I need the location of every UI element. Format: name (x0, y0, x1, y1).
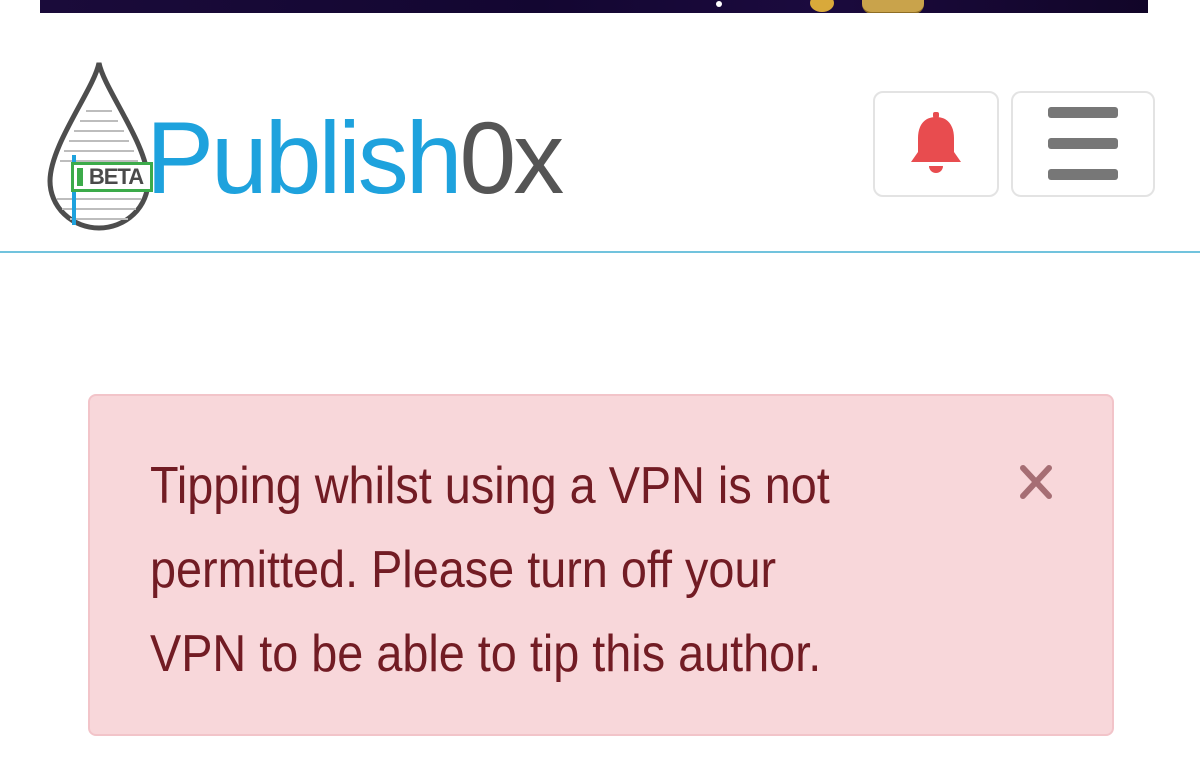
close-icon (1020, 465, 1052, 499)
page: BETA Publish0x Tipping whilst using a VP… (0, 0, 1200, 774)
hamburger-menu-icon (1048, 107, 1118, 180)
drop-logo-icon (47, 62, 151, 231)
logo-wordmark: Publish0x (146, 101, 565, 215)
banner-coin (810, 0, 834, 12)
top-banner-image[interactable] (40, 0, 1148, 13)
beta-badge-bar (77, 168, 83, 186)
beta-badge-label: BETA (88, 164, 144, 189)
notifications-button[interactable] (873, 91, 999, 197)
beta-badge: BETA (71, 162, 153, 192)
alert-close-button[interactable] (1012, 458, 1060, 506)
logo-wordmark-0x: 0x (459, 101, 565, 215)
menu-button[interactable] (1011, 91, 1155, 197)
banner-trophy (862, 0, 924, 13)
vpn-warning-alert: Tipping whilst using a VPN is not permit… (88, 394, 1114, 736)
site-header: BETA Publish0x (0, 13, 1200, 253)
bell-icon (911, 112, 961, 173)
site-logo[interactable]: BETA Publish0x (44, 59, 604, 239)
alert-message: Tipping whilst using a VPN is not permit… (150, 457, 830, 683)
banner-sparkle (716, 1, 722, 7)
logo-wordmark-publish: Publish (146, 101, 463, 215)
